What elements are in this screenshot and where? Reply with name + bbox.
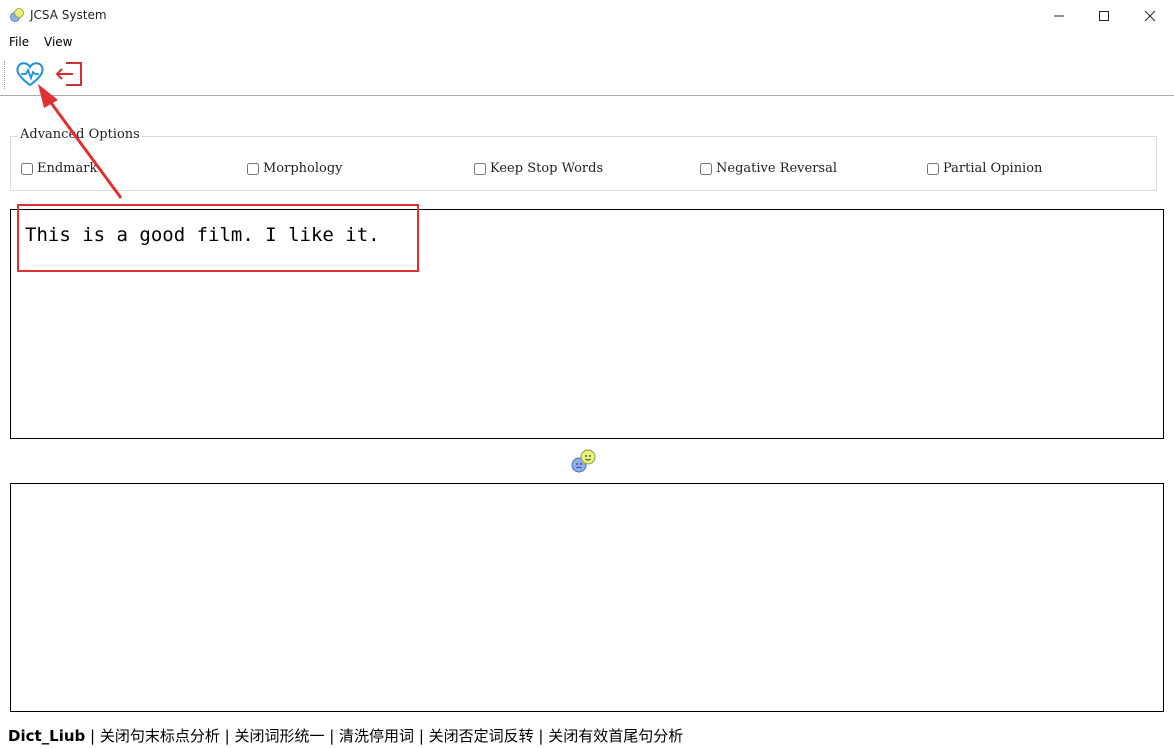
annotation-arrow [38,84,123,199]
